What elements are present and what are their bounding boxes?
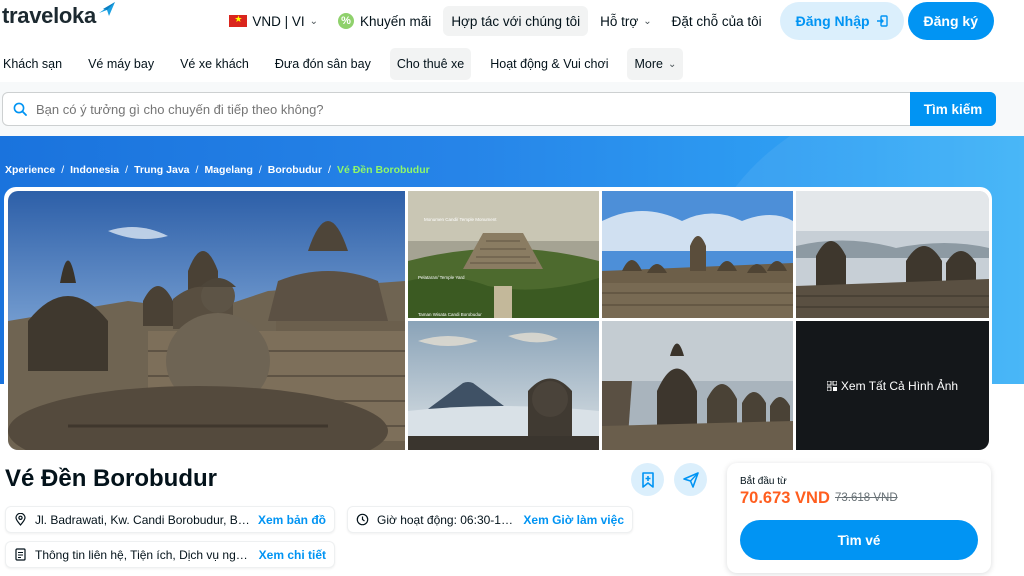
search-input[interactable] — [36, 101, 896, 117]
share-button[interactable] — [674, 463, 707, 496]
see-all-photos: Xem Tất Cả Hình Ảnh — [826, 378, 959, 393]
gallery-photo-aerial[interactable]: Monumen Candi/ Temple Monument Pelataran… — [408, 191, 599, 318]
aerial-caption-yard: Pelataran/ Temple Yard — [418, 275, 465, 280]
nav-car-rental[interactable]: Cho thuê xe — [389, 48, 472, 80]
chevron-down-icon: ⌄ — [667, 58, 677, 70]
gallery-photo-stupas[interactable] — [602, 191, 793, 318]
login-arrow-icon — [876, 15, 888, 27]
support-label: Hỗ trợ — [600, 13, 639, 29]
nav-flights[interactable]: Vé máy bay — [81, 48, 161, 80]
photo-gallery: Monumen Candi/ Temple Monument Pelataran… — [4, 187, 992, 452]
breadcrumb-separator: / — [61, 164, 65, 176]
search-box: Tìm kiếm — [2, 92, 996, 126]
see-all-photos-label: Xem Tất Cả Hình Ảnh — [840, 378, 959, 393]
contact-info-chip: Thông tin liên hệ, Tiện ích, Dịch vụ ngô… — [5, 541, 335, 568]
vietnam-flag-icon — [229, 14, 248, 27]
breadcrumb: Xperience / Indonesia / Trung Java / Mag… — [5, 164, 430, 176]
promo-label: Khuyến mãi — [360, 13, 432, 29]
partner-label: Hợp tác với chúng tôi — [451, 13, 581, 29]
nav-hotels[interactable]: Khách sạn — [0, 48, 69, 80]
price-from-label: Bắt đầu từ — [740, 476, 787, 487]
view-map-link[interactable]: Xem bản đồ — [258, 513, 326, 527]
currency-language-selector[interactable]: VND | VI ⌄ — [221, 6, 326, 36]
share-send-icon — [682, 471, 699, 488]
breadcrumb-central-java[interactable]: Trung Java — [134, 164, 189, 176]
percent-badge-icon: % — [338, 13, 355, 29]
document-icon — [15, 548, 26, 561]
support-menu[interactable]: Hỗ trợ ⌄ — [592, 6, 660, 36]
find-tickets-button[interactable]: Tìm vé — [740, 520, 978, 560]
see-all-photos-button[interactable]: Xem Tất Cả Hình Ảnh — [796, 321, 989, 450]
top-nav: VND | VI ⌄ % Khuyến mãi Hợp tác với chún… — [217, 2, 994, 40]
breadcrumb-separator: / — [328, 164, 331, 176]
opening-hours-text: Giờ hoạt động: 06:30-17:00 — [377, 512, 516, 527]
price-card: Bắt đầu từ 70.673 VND 73.618 VND Tìm vé — [727, 463, 991, 573]
login-button[interactable]: Đăng Nhập — [779, 2, 904, 40]
gallery-photo-stupas-path[interactable] — [602, 321, 793, 450]
register-button[interactable]: Đăng ký — [907, 2, 994, 40]
my-bookings-link[interactable]: Đặt chỗ của tôi — [664, 6, 770, 36]
breadcrumb-separator: / — [258, 164, 262, 176]
view-details-link[interactable]: Xem chi tiết — [259, 548, 326, 562]
top-header: traveloka VND | VI ⌄ % Khuyến mãi Hợp tá… — [0, 0, 1024, 42]
chevron-down-icon: ⌄ — [643, 15, 652, 27]
contact-info-text: Thông tin liên hệ, Tiện ích, Dịch vụ ngô… — [35, 547, 251, 562]
nav-airport-transfer[interactable]: Đưa đón sân bay — [268, 48, 378, 80]
breadcrumb-separator: / — [195, 164, 199, 176]
address-chip: Jl. Badrawati, Kw. Candi Borobudur, Boro… — [5, 506, 335, 533]
breadcrumb-indonesia[interactable]: Indonesia — [70, 164, 119, 176]
gallery-photo-volcano[interactable] — [408, 321, 599, 450]
save-button[interactable] — [631, 463, 664, 496]
partner-link[interactable]: Hợp tác với chúng tôi — [443, 6, 589, 36]
bookmark-add-icon — [641, 471, 654, 488]
breadcrumb-borobudur[interactable]: Borobudur — [268, 164, 322, 176]
gallery-photo-misty-stupas[interactable] — [796, 191, 989, 318]
view-hours-link[interactable]: Xem Giờ làm việc — [523, 513, 624, 527]
logo-text: traveloka — [2, 3, 96, 28]
search-icon — [13, 102, 27, 116]
nav-more-label: More — [634, 57, 663, 71]
opening-hours-chip: Giờ hoạt động: 06:30-17:00 Xem Giờ làm v… — [347, 506, 633, 533]
promo-link[interactable]: % Khuyến mãi — [330, 6, 439, 36]
my-bookings-label: Đặt chỗ của tôi — [671, 13, 762, 29]
nav-activities[interactable]: Hoạt động & Vui chơi — [483, 48, 615, 80]
nav-bus-tickets[interactable]: Vé xe khách — [173, 48, 256, 80]
grid-icon — [826, 380, 837, 391]
breadcrumb-xperience[interactable]: Xperience — [5, 164, 55, 176]
product-nav: Khách sạn Vé máy bay Vé xe khách Đưa đón… — [0, 48, 695, 80]
original-price: 73.618 VND — [835, 492, 898, 504]
gallery-main-photo[interactable] — [8, 191, 405, 450]
nav-more[interactable]: More ⌄ — [627, 48, 684, 80]
breadcrumb-separator: / — [125, 164, 129, 176]
clock-icon — [356, 513, 369, 526]
search-button[interactable]: Tìm kiếm — [910, 92, 996, 126]
current-price: 70.673 VND — [740, 489, 830, 507]
logo-bird-icon — [98, 2, 115, 16]
traveloka-logo[interactable]: traveloka — [2, 2, 117, 29]
location-pin-icon — [15, 513, 26, 526]
breadcrumb-current: Vé Đền Borobudur — [336, 164, 430, 176]
address-text: Jl. Badrawati, Kw. Candi Borobudur, Boro… — [35, 512, 250, 527]
search-section: Tìm kiếm — [0, 82, 1024, 136]
breadcrumb-magelang[interactable]: Magelang — [204, 164, 252, 176]
aerial-caption-monument: Monumen Candi/ Temple Monument — [424, 217, 497, 222]
chevron-down-icon: ⌄ — [309, 15, 319, 27]
attraction-title: Vé Đền Borobudur — [5, 465, 218, 492]
login-label: Đăng Nhập — [795, 13, 870, 29]
register-label: Đăng ký — [923, 13, 978, 29]
aerial-caption-park: Taman Wisata Candi Borobudur — [418, 312, 482, 317]
currency-language-label: VND | VI — [252, 13, 305, 29]
